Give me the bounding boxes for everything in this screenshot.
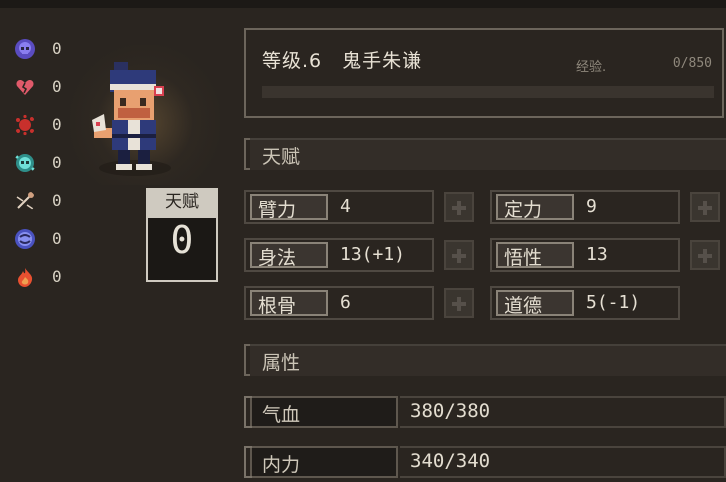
character-portrait[interactable] xyxy=(90,60,190,180)
status-row-skull[interactable]: 0 xyxy=(10,36,70,62)
status-row-poison[interactable]: 0 xyxy=(10,150,70,176)
stat-comprehension: 悟性 13 xyxy=(490,238,726,274)
plus-icon[interactable] xyxy=(444,192,474,222)
stat-name: 身法 xyxy=(258,247,297,269)
header-frame xyxy=(244,28,724,118)
talent-points-value: 0 xyxy=(170,218,194,262)
status-row-needle[interactable]: 0 xyxy=(10,188,70,214)
skull-icon xyxy=(15,39,35,59)
stat-value: 9 xyxy=(586,196,597,217)
plus-icon[interactable] xyxy=(444,240,474,270)
attribute-name: 气血 xyxy=(262,404,301,426)
stat-morality: 道德 5(-1) xyxy=(490,286,726,322)
stat-constitution: 根骨 6 xyxy=(244,286,484,322)
status-count: 0 xyxy=(52,77,62,96)
section-bracket xyxy=(244,138,250,170)
needle-icon xyxy=(16,192,34,210)
stat-agility: 身法 13(+1) xyxy=(244,238,484,274)
attribute-bracket xyxy=(244,396,252,428)
status-row-fire[interactable]: 0 xyxy=(10,264,70,290)
stat-name: 根骨 xyxy=(258,295,297,317)
top-edge xyxy=(0,0,726,8)
section-bar xyxy=(250,138,726,170)
plus-icon[interactable] xyxy=(690,192,720,222)
stat-value: 6 xyxy=(340,292,351,313)
stat-name: 臂力 xyxy=(258,199,297,221)
stat-name: 定力 xyxy=(504,199,543,221)
attribute-hp: 气血 380/380 xyxy=(244,392,726,432)
status-row-swirl[interactable]: 0 xyxy=(10,226,70,252)
stat-name: 悟性 xyxy=(504,247,543,269)
status-count: 0 xyxy=(52,153,62,172)
swirl-face-icon xyxy=(15,229,35,249)
stat-name: 道德 xyxy=(504,295,543,317)
fire-icon xyxy=(18,268,33,287)
broken-heart-icon xyxy=(16,79,34,95)
talent-points-box: 天赋 0 xyxy=(146,188,218,284)
poison-skull-icon xyxy=(15,154,35,172)
blood-splat-icon xyxy=(16,114,34,136)
status-count: 0 xyxy=(52,115,62,134)
exp-label: 经验. xyxy=(576,60,607,75)
section-title: 天赋 xyxy=(262,146,301,168)
plus-icon[interactable] xyxy=(444,288,474,318)
stat-value: 13(+1) xyxy=(340,244,406,265)
section-bracket xyxy=(244,344,250,376)
talent-points-label: 天赋 xyxy=(146,188,218,216)
status-count: 0 xyxy=(52,39,62,58)
exp-value: 0/850 xyxy=(672,56,712,71)
attributes-section-header: 属性 xyxy=(244,338,726,376)
stat-value: 4 xyxy=(340,196,351,217)
attribute-internal-energy: 内力 340/340 xyxy=(244,442,726,482)
status-count: 0 xyxy=(52,191,62,210)
stat-strength: 臂力 4 xyxy=(244,190,484,226)
stat-composure: 定力 9 xyxy=(490,190,726,226)
talent-section-header: 天赋 xyxy=(244,132,726,170)
character-header: 等级.6 鬼手朱谦 经验. 0/850 xyxy=(244,28,726,118)
plus-icon[interactable] xyxy=(690,240,720,270)
attribute-bracket xyxy=(244,446,252,478)
attribute-value: 380/380 xyxy=(410,400,491,422)
section-bar xyxy=(250,344,726,376)
status-count: 0 xyxy=(52,229,62,248)
status-count: 0 xyxy=(52,267,62,286)
stat-value: 5(-1) xyxy=(586,292,641,313)
attribute-name: 内力 xyxy=(262,454,301,476)
character-level-name: 等级.6 鬼手朱谦 xyxy=(262,50,423,72)
stat-value: 13 xyxy=(586,244,608,265)
status-row-blood[interactable]: 0 xyxy=(10,112,70,138)
attribute-value: 340/340 xyxy=(410,450,491,472)
status-row-broken-heart[interactable]: 0 xyxy=(10,74,70,100)
section-title: 属性 xyxy=(262,352,301,374)
exp-progress-bar xyxy=(262,86,714,98)
